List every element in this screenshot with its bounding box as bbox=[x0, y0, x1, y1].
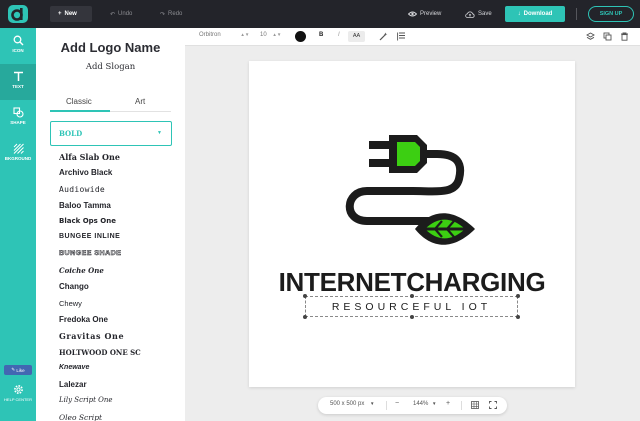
rail-item-icon[interactable]: ICON bbox=[0, 28, 36, 64]
resize-handle[interactable] bbox=[303, 294, 307, 298]
effects-icon[interactable] bbox=[379, 32, 388, 41]
chevron-updown-icon: ▲▼ bbox=[240, 32, 250, 37]
redo-icon: ↷ bbox=[160, 11, 166, 18]
redo-button[interactable]: ↷ Redo bbox=[160, 6, 182, 22]
font-item[interactable]: Baloo Tamma bbox=[59, 201, 179, 217]
font-item[interactable]: Knewave bbox=[59, 364, 179, 380]
zoom-out-button[interactable]: − bbox=[395, 400, 399, 407]
font-item[interactable]: BUNGEE SHADE bbox=[59, 250, 179, 266]
bold-button[interactable]: B bbox=[319, 32, 323, 38]
font-item[interactable]: Audiowide bbox=[59, 185, 179, 201]
help-center-button[interactable]: HELP CENTER bbox=[0, 384, 36, 402]
font-family-select[interactable]: Orbitron ▲▼ bbox=[199, 32, 249, 38]
text-icon bbox=[13, 71, 23, 81]
chevron-down-icon: ▼ bbox=[370, 401, 375, 406]
undo-button[interactable]: ↶ Undo bbox=[110, 6, 132, 22]
slogan-selection-box[interactable]: RESOURCEFUL IOT bbox=[303, 294, 520, 319]
search-icon bbox=[13, 35, 23, 46]
background-icon bbox=[13, 143, 24, 154]
font-item[interactable]: Alfa Slab One bbox=[59, 152, 179, 168]
thumbs-up-icon: ✎ bbox=[11, 367, 16, 372]
resize-handle[interactable] bbox=[516, 315, 520, 319]
download-icon: ↓ bbox=[517, 11, 521, 17]
rail-item-text[interactable]: TEXT bbox=[0, 64, 36, 100]
add-logo-name-button[interactable]: Add Logo Name bbox=[36, 40, 185, 55]
app-logo[interactable] bbox=[7, 4, 29, 24]
font-item[interactable]: Fredoka One bbox=[59, 315, 179, 331]
zoom-in-button[interactable]: + bbox=[446, 400, 450, 407]
divider bbox=[461, 401, 462, 410]
uppercase-button[interactable]: AA bbox=[348, 31, 365, 42]
sign-up-button[interactable]: SIGN UP bbox=[588, 6, 634, 22]
plug-leaf-logo-icon[interactable] bbox=[249, 61, 575, 266]
font-item[interactable]: Oleo Script bbox=[59, 413, 179, 421]
selected-font-style: BOLD bbox=[59, 129, 83, 138]
resize-handle[interactable] bbox=[410, 315, 414, 319]
resize-handle[interactable] bbox=[516, 294, 520, 298]
grid-icon[interactable] bbox=[471, 401, 479, 409]
zoom-bar: 500 x 500 px ▼ − 144% ▼ + bbox=[318, 397, 507, 414]
font-item[interactable]: Coiche One bbox=[59, 266, 179, 282]
cloud-upload-icon bbox=[465, 10, 475, 18]
text-panel: Add Logo Name Add Slogan Classic Art BOL… bbox=[36, 28, 185, 421]
font-item[interactable]: Lalezar bbox=[59, 380, 179, 396]
plus-icon: + bbox=[58, 11, 62, 17]
chevron-updown-icon: ▲▼ bbox=[272, 32, 282, 37]
font-item[interactable]: HOLTWOOD ONE SC bbox=[59, 348, 179, 364]
topbar-divider bbox=[576, 8, 577, 20]
left-rail: ICON TEXT SHAPE BKGROUND ✎ Like HELP CEN… bbox=[0, 28, 36, 421]
font-item[interactable]: Lily Script One bbox=[59, 396, 179, 412]
save-button[interactable]: Save bbox=[465, 6, 492, 22]
resize-handle[interactable] bbox=[303, 315, 307, 319]
font-size-select[interactable]: 10 ▲▼ bbox=[260, 32, 281, 38]
resize-handle[interactable] bbox=[410, 294, 414, 298]
tab-classic[interactable]: Classic bbox=[66, 97, 92, 106]
tab-art[interactable]: Art bbox=[135, 97, 145, 106]
font-item[interactable]: Gravitas One bbox=[59, 331, 179, 347]
top-bar: + New ↶ Undo ↷ Redo Preview Save ↓ Downl… bbox=[0, 0, 640, 28]
font-style-select[interactable]: BOLD ▼ bbox=[50, 121, 172, 146]
text-align-icon[interactable] bbox=[397, 32, 406, 41]
font-item[interactable]: Black Ops One bbox=[59, 217, 179, 233]
divider bbox=[386, 401, 387, 410]
new-button[interactable]: + New bbox=[50, 6, 92, 22]
slogan-text: RESOURCEFUL IOT bbox=[331, 301, 492, 313]
gear-icon bbox=[13, 385, 23, 394]
undo-icon: ↶ bbox=[110, 11, 116, 18]
font-list: Alfa Slab One Archivo Black Audiowide Ba… bbox=[59, 152, 179, 421]
chevron-down-icon: ▼ bbox=[432, 401, 437, 406]
shape-icon bbox=[12, 107, 24, 118]
font-item[interactable]: Archivo Black bbox=[59, 168, 179, 184]
layers-icon[interactable] bbox=[586, 32, 595, 41]
text-toolbar: Orbitron ▲▼ 10 ▲▼ B I AA bbox=[185, 28, 640, 46]
zoom-level-select[interactable]: 144% ▼ bbox=[413, 401, 437, 407]
preview-button[interactable]: Preview bbox=[408, 6, 441, 22]
rail-item-background[interactable]: BKGROUND bbox=[0, 136, 36, 172]
font-item[interactable]: Chewy bbox=[59, 299, 179, 315]
italic-button[interactable]: I bbox=[338, 32, 340, 38]
active-tab-indicator bbox=[50, 110, 110, 112]
add-slogan-button[interactable]: Add Slogan bbox=[36, 62, 185, 72]
trash-icon[interactable] bbox=[620, 32, 629, 41]
rail-item-shape[interactable]: SHAPE bbox=[0, 100, 36, 136]
eye-icon bbox=[408, 11, 417, 17]
font-category-tabs: Classic Art bbox=[50, 96, 171, 112]
download-button[interactable]: ↓ Download bbox=[505, 6, 565, 22]
canvas-size-select[interactable]: 500 x 500 px ▼ bbox=[330, 401, 375, 407]
text-color-picker[interactable] bbox=[295, 31, 306, 42]
duplicate-icon[interactable] bbox=[603, 32, 612, 41]
design-canvas[interactable]: INTERNETCHARGING RESOURCEFUL IOT bbox=[249, 61, 575, 387]
font-item[interactable]: BUNGEE INLINE bbox=[59, 233, 179, 249]
fit-screen-icon[interactable] bbox=[489, 401, 497, 409]
chevron-down-icon: ▼ bbox=[157, 130, 162, 136]
facebook-like-button[interactable]: ✎ Like bbox=[4, 365, 32, 375]
font-item[interactable]: Chango bbox=[59, 282, 179, 298]
